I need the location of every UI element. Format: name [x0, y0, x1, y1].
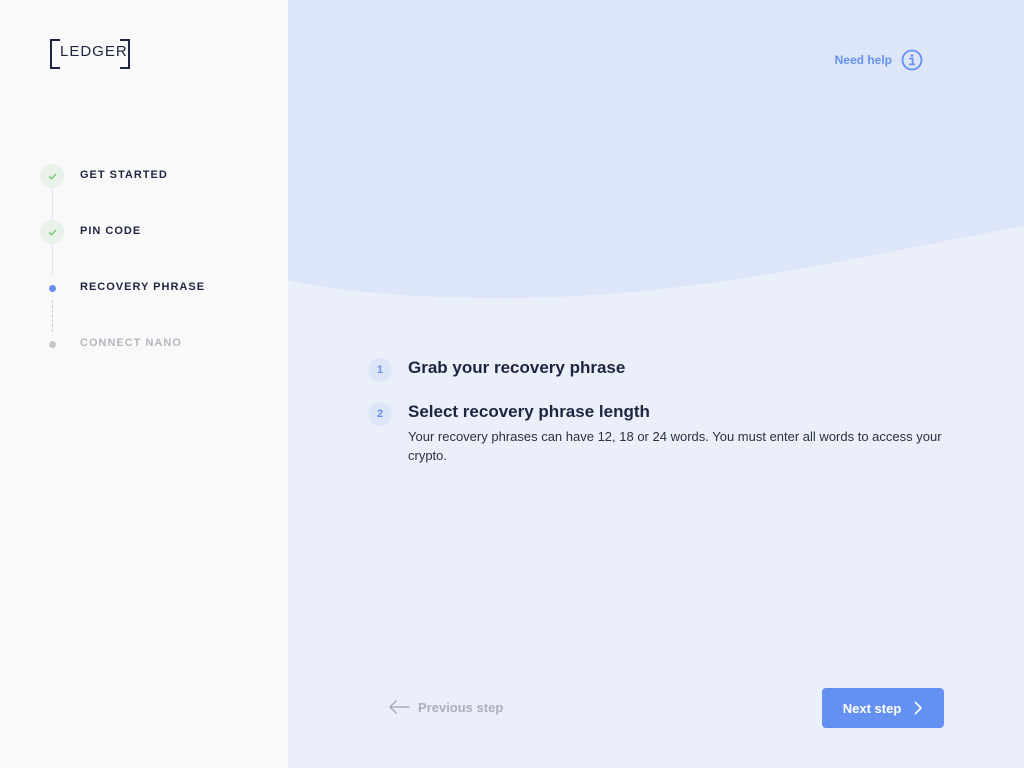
step-number-badge: 1: [368, 358, 392, 382]
step-pin-code: PIN CODE: [40, 220, 280, 244]
sidebar: LEDGER GET STARTED PIN CODE RECOVERY PHR…: [0, 0, 288, 768]
instruction-title: Grab your recovery phrase: [408, 358, 626, 377]
previous-step-label: Previous step: [418, 699, 504, 715]
step-upcoming-marker: [40, 332, 64, 356]
instruction-title: Select recovery phrase length: [408, 402, 650, 421]
need-help-label: Need help: [834, 53, 892, 67]
current-dot: [48, 284, 56, 292]
step-label: CONNECT NANO: [80, 337, 182, 349]
upcoming-dot: [48, 340, 56, 348]
logo-left-bracket: [50, 39, 60, 69]
next-step-button[interactable]: Next step: [822, 688, 944, 728]
header-wave-background: [288, 0, 1024, 299]
step-recovery-phrase: RECOVERY PHRASE: [40, 276, 280, 300]
step-connector: [52, 188, 53, 220]
logo-right-bracket: [120, 39, 130, 69]
instruction-item: 2 Select recovery phrase length Your rec…: [368, 400, 948, 465]
arrow-left-icon: [389, 700, 410, 714]
instruction-description: Your recovery phrases can have 12, 18 or…: [408, 429, 942, 463]
main-panel: Need help 1 Grab your recovery phrase 2 …: [288, 0, 1024, 768]
instruction-item: 1 Grab your recovery phrase: [368, 356, 948, 382]
check-icon: [48, 229, 56, 235]
onboarding-window: LEDGER GET STARTED PIN CODE RECOVERY PHR…: [0, 0, 1024, 768]
check-icon: [48, 173, 56, 179]
chevron-right-icon: [914, 701, 923, 715]
step-get-started: GET STARTED: [40, 164, 280, 188]
step-number-badge: 2: [368, 402, 392, 426]
next-step-label: Next step: [842, 700, 902, 716]
previous-step-button[interactable]: Previous step: [388, 697, 503, 717]
need-help-link[interactable]: Need help: [835, 48, 924, 72]
step-label: PIN CODE: [80, 225, 142, 237]
instruction-list: 1 Grab your recovery phrase 2 Select rec…: [368, 356, 948, 485]
step-done-marker: [40, 164, 64, 188]
ledger-logo: LEDGER: [50, 39, 130, 69]
step-connector: [52, 244, 53, 276]
logo-wordmark: LEDGER: [60, 43, 128, 60]
info-icon: [901, 49, 923, 71]
step-label: GET STARTED: [80, 169, 168, 181]
step-connector: [52, 300, 53, 332]
step-connect-nano: CONNECT NANO: [40, 332, 280, 356]
step-done-marker: [40, 220, 64, 244]
step-current-marker: [40, 276, 64, 300]
step-label: RECOVERY PHRASE: [80, 281, 206, 293]
